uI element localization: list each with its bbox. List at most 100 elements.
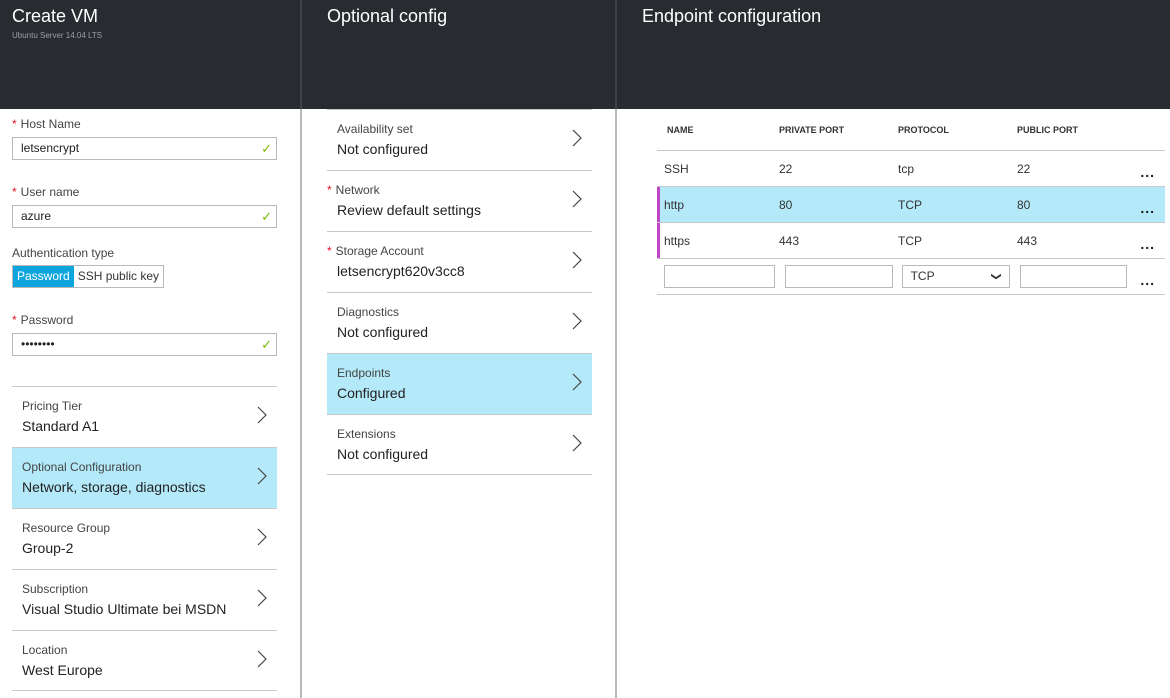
chevron-right-icon bbox=[570, 189, 584, 209]
create-vm-title: Create VM bbox=[12, 6, 99, 26]
password-value: •••••••• bbox=[21, 337, 55, 351]
nav-item-subscription[interactable]: Subscription Visual Studio Ultimate bei … bbox=[12, 569, 277, 630]
opt-item-value: letsencrypt620v3cc8 bbox=[337, 263, 465, 279]
new-endpoint-row: TCP ❯ ... bbox=[657, 259, 1165, 295]
chevron-right-icon bbox=[255, 649, 269, 669]
chevron-right-icon bbox=[255, 527, 269, 547]
optional-config-header: Optional config bbox=[302, 0, 615, 109]
chevron-right-icon bbox=[570, 311, 584, 331]
opt-item-diagnostics[interactable]: Diagnostics Not configured bbox=[327, 292, 592, 353]
user-name-input[interactable]: azure ✓ bbox=[12, 205, 277, 228]
opt-item-value: Not configured bbox=[337, 141, 429, 157]
chevron-right-icon bbox=[570, 372, 584, 392]
optional-config-list: Availability set Not configured * Network… bbox=[327, 109, 592, 475]
endpoint-public-port: 80 bbox=[1017, 197, 1031, 212]
endpoint-name: SSH bbox=[664, 161, 689, 176]
required-marker: * bbox=[12, 117, 17, 131]
required-marker: * bbox=[12, 185, 17, 199]
user-name-field: * User name azure ✓ bbox=[12, 184, 277, 228]
create-vm-header: Create VM Ubuntu Server 14.04 LTS bbox=[0, 0, 300, 109]
host-name-label: Host Name bbox=[20, 117, 81, 131]
new-endpoint-public-port-input[interactable] bbox=[1019, 265, 1128, 288]
valid-check-icon: ✓ bbox=[261, 337, 272, 352]
chevron-right-icon bbox=[570, 250, 584, 270]
more-options-icon[interactable]: ... bbox=[1127, 272, 1165, 288]
endpoint-public-port: 22 bbox=[1017, 161, 1031, 176]
nav-item-key: Subscription bbox=[22, 582, 89, 596]
endpoint-config-header: Endpoint configuration bbox=[617, 0, 1170, 109]
new-endpoint-private-port-input[interactable] bbox=[784, 265, 893, 288]
endpoint-row[interactable]: https 443 TCP 443 ... bbox=[657, 223, 1165, 259]
endpoint-name: http bbox=[664, 197, 685, 212]
nav-item-pricing-tier[interactable]: Pricing Tier Standard A1 bbox=[12, 386, 277, 447]
opt-item-extensions[interactable]: Extensions Not configured bbox=[327, 414, 592, 475]
col-header-protocol: PROTOCOL bbox=[898, 125, 949, 135]
host-name-field: * Host Name letsencrypt ✓ bbox=[12, 116, 277, 160]
password-input[interactable]: •••••••• ✓ bbox=[12, 333, 277, 356]
auth-type-toggle: Password SSH public key bbox=[12, 265, 165, 288]
chevron-down-icon: ❯ bbox=[990, 272, 1002, 281]
nav-item-optional-configuration[interactable]: Optional Configuration Network, storage,… bbox=[12, 447, 277, 508]
opt-item-key: Availability set bbox=[337, 122, 413, 136]
col-header-public-port: PUBLIC PORT bbox=[1017, 125, 1079, 135]
more-options-icon[interactable]: ... bbox=[1127, 236, 1165, 252]
nav-item-key: Pricing Tier bbox=[22, 399, 83, 413]
opt-item-key: Endpoints bbox=[337, 366, 391, 380]
new-endpoint-name-input[interactable] bbox=[664, 265, 775, 288]
nav-item-location[interactable]: Location West Europe bbox=[12, 630, 277, 691]
new-endpoint-protocol-select[interactable]: TCP ❯ bbox=[901, 265, 1010, 288]
required-marker: * bbox=[12, 313, 17, 327]
nav-item-value: Standard A1 bbox=[22, 418, 100, 434]
valid-check-icon: ✓ bbox=[261, 209, 272, 224]
nav-item-resource-group[interactable]: Resource Group Group-2 bbox=[12, 508, 277, 569]
endpoint-name: https bbox=[664, 233, 691, 248]
required-marker: * bbox=[327, 244, 332, 258]
auth-type-label: Authentication type bbox=[12, 246, 115, 260]
opt-item-key: Diagnostics bbox=[337, 305, 400, 319]
opt-item-key: Extensions bbox=[337, 427, 396, 441]
chevron-right-icon bbox=[255, 466, 269, 486]
endpoint-private-port: 443 bbox=[779, 233, 800, 248]
endpoint-row[interactable]: http 80 TCP 80 ... bbox=[657, 187, 1165, 223]
col-header-name: NAME bbox=[667, 125, 694, 135]
user-name-label: User name bbox=[20, 185, 80, 199]
create-vm-subtitle: Ubuntu Server 14.04 LTS bbox=[12, 31, 103, 40]
required-marker: * bbox=[327, 183, 332, 197]
password-field: * Password •••••••• ✓ bbox=[12, 312, 277, 356]
opt-item-key: Network bbox=[335, 183, 380, 197]
valid-check-icon: ✓ bbox=[261, 141, 272, 156]
opt-item-value: Not configured bbox=[337, 446, 429, 462]
nav-item-key: Resource Group bbox=[22, 521, 111, 535]
endpoint-config-blade: Endpoint configuration NAME PRIVATE PORT… bbox=[617, 0, 1170, 698]
endpoint-protocol: tcp bbox=[898, 161, 915, 176]
opt-item-value: Review default settings bbox=[337, 202, 481, 218]
opt-item-endpoints[interactable]: Endpoints Configured bbox=[327, 353, 592, 414]
col-header-private-port: PRIVATE PORT bbox=[779, 125, 845, 135]
password-label: Password bbox=[20, 313, 74, 327]
endpoint-protocol: TCP bbox=[898, 233, 922, 248]
auth-password-option[interactable]: Password bbox=[13, 266, 74, 287]
endpoint-private-port: 22 bbox=[779, 161, 793, 176]
nav-item-value: Visual Studio Ultimate bei MSDN bbox=[22, 601, 227, 617]
auth-ssh-key-option[interactable]: SSH public key bbox=[74, 266, 163, 287]
nav-item-value: West Europe bbox=[22, 662, 103, 678]
optional-config-blade: Optional config Availability set Not con… bbox=[302, 0, 615, 698]
host-name-input[interactable]: letsencrypt ✓ bbox=[12, 137, 277, 160]
opt-item-storage-account[interactable]: * Storage Account letsencrypt620v3cc8 bbox=[327, 231, 592, 292]
opt-item-availability-set[interactable]: Availability set Not configured bbox=[327, 109, 592, 170]
opt-item-network[interactable]: * Network Review default settings bbox=[327, 170, 592, 231]
endpoint-table-header: NAME PRIVATE PORT PROTOCOL PUBLIC PORT bbox=[657, 110, 1165, 151]
endpoint-table: NAME PRIVATE PORT PROTOCOL PUBLIC PORT S… bbox=[657, 110, 1165, 295]
opt-item-value: Configured bbox=[337, 385, 406, 401]
endpoint-protocol: TCP bbox=[898, 197, 922, 212]
endpoint-config-title: Endpoint configuration bbox=[642, 6, 822, 26]
more-options-icon[interactable]: ... bbox=[1127, 200, 1165, 216]
opt-item-key: Storage Account bbox=[335, 244, 424, 258]
create-vm-form: * Host Name letsencrypt ✓ * User name azur… bbox=[0, 109, 300, 356]
nav-item-value: Network, storage, diagnostics bbox=[22, 479, 206, 495]
endpoint-row[interactable]: SSH 22 tcp 22 ... bbox=[657, 151, 1165, 187]
user-name-value: azure bbox=[21, 209, 52, 223]
create-vm-nav-list: Pricing Tier Standard A1 Optional Config… bbox=[12, 386, 277, 691]
nav-item-value: Group-2 bbox=[22, 540, 74, 556]
more-options-icon[interactable]: ... bbox=[1127, 164, 1165, 180]
